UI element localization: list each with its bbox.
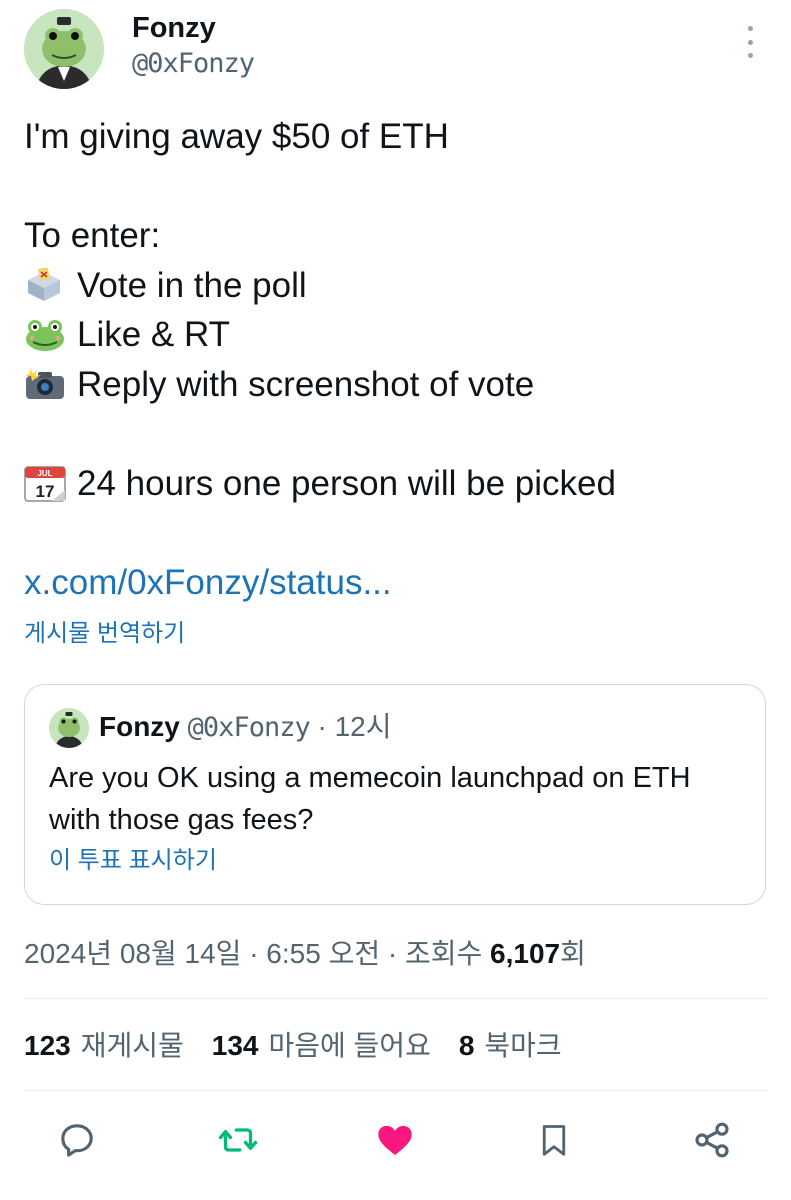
tweet-line-text: Vote in the poll — [77, 265, 307, 305]
calendar-month: JUL — [37, 469, 52, 478]
tweet-line: Reply with screenshot of vote — [24, 360, 764, 410]
bookmark-icon — [542, 1125, 566, 1156]
repost-button[interactable] — [210, 1110, 266, 1170]
reposts-label: 재게시물 — [80, 1030, 184, 1061]
post-datetime: 2024년 08월 14일 · 6:55 오전 · 조회수 — [24, 938, 491, 969]
tweet-line: Vote in the poll — [24, 261, 764, 311]
tweet-line: To enter: — [24, 211, 764, 261]
camera-flash-icon — [24, 366, 68, 402]
action-bar — [0, 1110, 791, 1170]
post-metadata: 2024년 08월 14일 · 6:55 오전 · 조회수 6,107회 — [24, 934, 586, 974]
reposts-count: 123 — [24, 1030, 71, 1061]
tweet-text: I'm giving away $50 of ETH To enter: Vot… — [24, 112, 764, 607]
ballot-box-icon — [24, 267, 68, 303]
tweet-line-text: I'm giving away $50 of ETH — [24, 117, 449, 156]
divider — [24, 1090, 767, 1091]
bookmarks-stat[interactable]: 8 북마크 — [459, 1030, 562, 1061]
more-options-icon[interactable] — [738, 22, 762, 62]
tweet-line: I'm giving away $50 of ETH — [24, 112, 764, 162]
view-count: 6,107 — [490, 938, 561, 969]
show-poll-link[interactable]: 이 투표 표시하기 — [49, 845, 217, 877]
quoted-header: Fonzy @0xFonzy · 12시 — [99, 709, 392, 746]
tweet-line-text: 24 hours one person will be picked — [77, 463, 616, 503]
like-button[interactable] — [367, 1110, 423, 1170]
quoted-text: Are you OK using a memecoin launchpad on… — [49, 762, 691, 836]
quoted-avatar[interactable] — [49, 708, 89, 748]
heart-icon — [378, 1125, 412, 1155]
tweet-line: JUL 17 24 hours one person will be picke… — [24, 459, 764, 509]
likes-count: 134 — [211, 1030, 259, 1061]
tweet-line-text: To enter: — [24, 216, 161, 255]
repost-icon — [218, 1128, 258, 1152]
author-handle[interactable]: @0xFonzy — [132, 48, 255, 80]
likes-stat[interactable]: 134 마음에 들어요 — [212, 1030, 431, 1061]
frog-icon — [24, 317, 68, 353]
reposts-stat[interactable]: 123 재게시물 — [24, 1030, 184, 1061]
translate-post-link[interactable]: 게시물 번역하기 — [24, 617, 185, 651]
divider — [24, 998, 767, 999]
tweet-line-text: Reply with screenshot of vote — [77, 364, 535, 404]
tweet-line: Like & RT — [24, 310, 764, 360]
quoted-author-handle[interactable]: @0xFonzy — [188, 712, 311, 743]
quoted-author-name[interactable]: Fonzy — [99, 711, 180, 742]
bookmarks-count: 8 — [458, 1030, 475, 1061]
share-button[interactable] — [684, 1110, 740, 1170]
bookmark-button[interactable] — [526, 1110, 582, 1170]
reply-button[interactable] — [49, 1110, 105, 1170]
calendar-day: 17 — [36, 482, 55, 501]
author-name[interactable]: Fonzy — [132, 11, 216, 45]
calendar-icon: JUL 17 — [24, 465, 68, 502]
likes-label: 마음에 들어요 — [268, 1030, 431, 1061]
quoted-tweet[interactable]: Fonzy @0xFonzy · 12시 Are you OK using a … — [24, 684, 766, 905]
tweet-line-text: Like & RT — [77, 315, 231, 354]
bookmarks-label: 북마크 — [484, 1030, 562, 1061]
tweet-link[interactable]: x.com/0xFonzy/status... — [24, 558, 764, 608]
avatar[interactable] — [24, 9, 104, 89]
quoted-time: · 12시 — [317, 711, 392, 742]
view-count-suffix: 회 — [560, 938, 586, 969]
reply-icon — [61, 1124, 93, 1157]
engagement-stats: 123 재게시물 134 마음에 들어요 8 북마크 — [24, 1026, 562, 1066]
share-icon — [695, 1122, 729, 1158]
